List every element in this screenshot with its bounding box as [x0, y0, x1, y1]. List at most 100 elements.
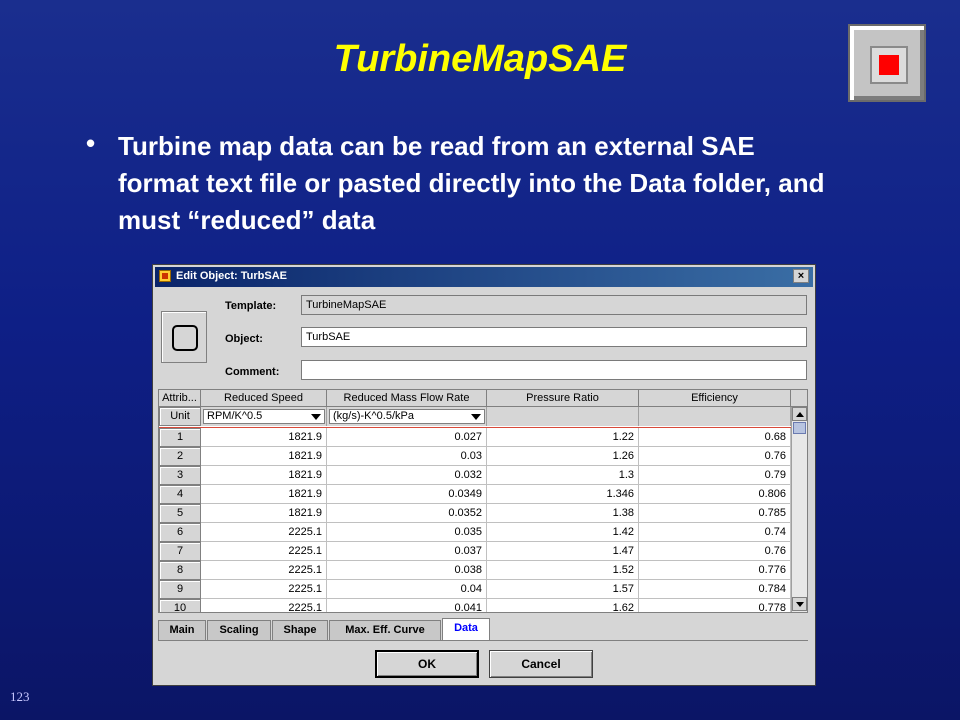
cell-reduced-speed[interactable]: 1821.9	[201, 485, 327, 504]
template-field: TurbineMapSAE	[301, 295, 807, 315]
row-number[interactable]: 7	[159, 542, 201, 561]
table-row[interactable]: 2 1821.9 0.03 1.26 0.76	[159, 447, 791, 466]
scroll-thumb[interactable]	[793, 422, 806, 434]
cell-efficiency[interactable]: 0.806	[639, 485, 791, 504]
tab-scaling[interactable]: Scaling	[207, 620, 271, 640]
column-header-reduced-speed[interactable]: Reduced Speed	[201, 390, 327, 407]
column-header-pressure-ratio[interactable]: Pressure Ratio	[487, 390, 639, 407]
cell-reduced-speed[interactable]: 1821.9	[201, 428, 327, 447]
table-row[interactable]: 1 1821.9 0.027 1.22 0.68	[159, 428, 791, 447]
column-header-efficiency[interactable]: Efficiency	[639, 390, 791, 407]
cell-mass-flow-rate[interactable]: 0.04	[327, 580, 487, 599]
unit-row-header[interactable]: Unit	[159, 407, 201, 426]
mass-flow-unit-value: (kg/s)-K^0.5/kPa	[333, 410, 414, 422]
scroll-up-button[interactable]	[792, 407, 807, 421]
cell-efficiency[interactable]: 0.784	[639, 580, 791, 599]
cell-mass-flow-rate[interactable]: 0.038	[327, 561, 487, 580]
rounded-square-icon	[172, 325, 198, 351]
row-number[interactable]: 4	[159, 485, 201, 504]
cell-reduced-speed[interactable]: 1821.9	[201, 447, 327, 466]
row-number[interactable]: 9	[159, 580, 201, 599]
row-number[interactable]: 8	[159, 561, 201, 580]
cell-pressure-ratio[interactable]: 1.47	[487, 542, 639, 561]
cell-efficiency[interactable]: 0.778	[639, 599, 791, 612]
row-number[interactable]: 10	[159, 599, 201, 612]
cell-reduced-speed[interactable]: 2225.1	[201, 561, 327, 580]
cell-pressure-ratio[interactable]: 1.22	[487, 428, 639, 447]
object-field[interactable]: TurbSAE	[301, 327, 807, 347]
speed-unit-select[interactable]: RPM/K^0.5	[203, 409, 325, 424]
unit-cell-efficiency	[639, 407, 791, 426]
row-number[interactable]: 5	[159, 504, 201, 523]
table-row[interactable]: 6 2225.1 0.035 1.42 0.74	[159, 523, 791, 542]
dialog-titlebar[interactable]: Edit Object: TurbSAE ×	[155, 267, 813, 287]
cell-pressure-ratio[interactable]: 1.26	[487, 447, 639, 466]
cancel-button[interactable]: Cancel	[489, 650, 593, 678]
cell-efficiency[interactable]: 0.76	[639, 542, 791, 561]
tab-main[interactable]: Main	[158, 620, 206, 640]
cell-efficiency[interactable]: 0.785	[639, 504, 791, 523]
cell-pressure-ratio[interactable]: 1.42	[487, 523, 639, 542]
cell-efficiency[interactable]: 0.79	[639, 466, 791, 485]
cell-reduced-speed[interactable]: 2225.1	[201, 523, 327, 542]
close-button[interactable]: ×	[793, 269, 809, 283]
row-number[interactable]: 2	[159, 447, 201, 466]
cell-reduced-speed[interactable]: 2225.1	[201, 580, 327, 599]
cell-mass-flow-rate[interactable]: 0.0349	[327, 485, 487, 504]
mass-flow-unit-select[interactable]: (kg/s)-K^0.5/kPa	[329, 409, 485, 424]
cell-efficiency[interactable]: 0.76	[639, 447, 791, 466]
edit-object-dialog: Edit Object: TurbSAE × Template: Turbine…	[152, 264, 816, 686]
cell-mass-flow-rate[interactable]: 0.027	[327, 428, 487, 447]
page-number: 123	[10, 689, 30, 704]
column-header-attrib[interactable]: Attrib...	[159, 390, 201, 407]
cell-reduced-speed[interactable]: 1821.9	[201, 466, 327, 485]
tab-data[interactable]: Data	[442, 618, 490, 640]
cell-mass-flow-rate[interactable]: 0.037	[327, 542, 487, 561]
stop-icon	[870, 46, 908, 84]
table-corner	[791, 390, 807, 407]
vertical-scrollbar[interactable]	[791, 407, 807, 612]
cell-efficiency[interactable]: 0.776	[639, 561, 791, 580]
table-row[interactable]: 3 1821.9 0.032 1.3 0.79	[159, 466, 791, 485]
cell-efficiency[interactable]: 0.74	[639, 523, 791, 542]
data-table: Attrib... Reduced Speed Reduced Mass Flo…	[158, 389, 808, 613]
table-row[interactable]: 8 2225.1 0.038 1.52 0.776	[159, 561, 791, 580]
cell-pressure-ratio[interactable]: 1.57	[487, 580, 639, 599]
up-arrow-icon	[796, 412, 804, 417]
table-row[interactable]: 9 2225.1 0.04 1.57 0.784	[159, 580, 791, 599]
cell-reduced-speed[interactable]: 2225.1	[201, 542, 327, 561]
stop-button[interactable]	[848, 24, 926, 102]
column-header-reduced-mass-flow[interactable]: Reduced Mass Flow Rate	[327, 390, 487, 407]
cell-pressure-ratio[interactable]: 1.62	[487, 599, 639, 612]
cell-mass-flow-rate[interactable]: 0.035	[327, 523, 487, 542]
cell-pressure-ratio[interactable]: 1.52	[487, 561, 639, 580]
ok-button[interactable]: OK	[375, 650, 479, 678]
table-row[interactable]: 4 1821.9 0.0349 1.346 0.806	[159, 485, 791, 504]
cell-pressure-ratio[interactable]: 1.38	[487, 504, 639, 523]
template-label: Template:	[225, 300, 277, 312]
cell-mass-flow-rate[interactable]: 0.0352	[327, 504, 487, 523]
table-row[interactable]: 5 1821.9 0.0352 1.38 0.785	[159, 504, 791, 523]
scroll-down-button[interactable]	[792, 597, 807, 611]
cell-reduced-speed[interactable]: 1821.9	[201, 504, 327, 523]
tab-max-eff-curve[interactable]: Max. Eff. Curve	[329, 620, 441, 640]
table-row[interactable]: 10 2225.1 0.041 1.62 0.778	[159, 599, 791, 612]
table-row[interactable]: 7 2225.1 0.037 1.47 0.76	[159, 542, 791, 561]
comment-field[interactable]	[301, 360, 807, 380]
dialog-title: Edit Object: TurbSAE	[176, 270, 288, 282]
row-number[interactable]: 3	[159, 466, 201, 485]
cell-reduced-speed[interactable]: 2225.1	[201, 599, 327, 612]
dropdown-arrow-icon	[311, 414, 321, 420]
cell-mass-flow-rate[interactable]: 0.041	[327, 599, 487, 612]
cell-mass-flow-rate[interactable]: 0.03	[327, 447, 487, 466]
cell-pressure-ratio[interactable]: 1.346	[487, 485, 639, 504]
cell-mass-flow-rate[interactable]: 0.032	[327, 466, 487, 485]
tab-shape[interactable]: Shape	[272, 620, 328, 640]
row-number[interactable]: 1	[159, 428, 201, 447]
row-number[interactable]: 6	[159, 523, 201, 542]
cell-pressure-ratio[interactable]: 1.3	[487, 466, 639, 485]
speed-unit-value: RPM/K^0.5	[207, 410, 263, 422]
unit-cell-pressure-ratio	[487, 407, 639, 426]
cell-efficiency[interactable]: 0.68	[639, 428, 791, 447]
bullet-text: Turbine map data can be read from an ext…	[118, 131, 825, 235]
